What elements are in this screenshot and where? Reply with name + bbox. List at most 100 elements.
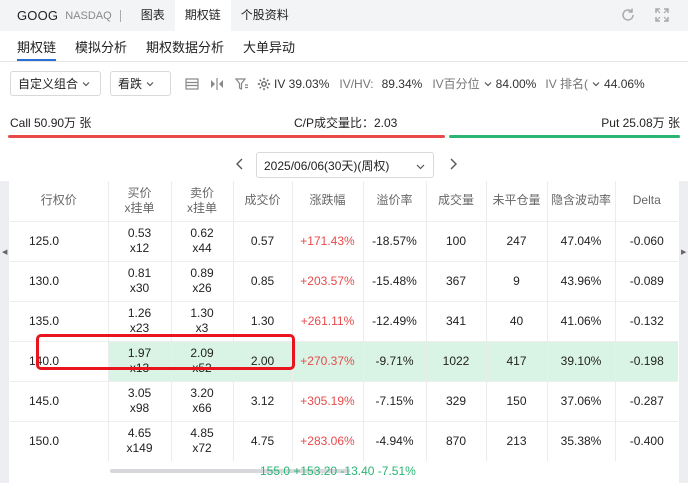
table-cell[interactable]: -0.198 [615,340,678,381]
table-cell[interactable]: 125.0 [10,220,109,261]
table-cell[interactable]: 417 [486,340,548,381]
iv-rank-label[interactable]: IV 排名( [545,75,588,92]
table-cell[interactable]: 329 [426,380,487,421]
tab-option-chain[interactable]: 期权链 [174,0,231,31]
table-cell[interactable]: -15.48% [363,260,427,301]
table-layout-icon[interactable] [185,77,199,91]
table-cell[interactable]: 130.0 [10,260,109,301]
table-cell[interactable]: 41.06% [547,300,616,341]
table-cell[interactable]: 9 [486,260,548,301]
table-cell[interactable]: 35.38% [547,420,616,461]
table-cell[interactable]: +283.06% [292,420,364,461]
gear-icon[interactable] [257,77,271,91]
table-cell[interactable]: 341 [426,300,487,341]
table-cell[interactable]: -4.94% [363,420,427,461]
table-cell[interactable]: +171.43% [292,220,364,261]
table-cell[interactable]: 1022 [426,340,487,381]
table-cell[interactable]: 37.06% [547,380,616,421]
chevron-down-icon[interactable] [592,80,600,88]
header-implied-volatility[interactable]: 隐含波动率 [547,181,616,221]
table-cell[interactable]: 1.30 [233,300,293,341]
table-cell[interactable]: 47.04% [547,220,616,261]
table-row[interactable]: 145.0 3.05 x98 3.20 x66 3.12 +305.19% -7.15% 329… [10,380,678,421]
table-cell[interactable]: 100 [426,220,487,261]
table-cell[interactable]: 2.09 x52 [171,340,234,381]
table-cell[interactable]: -7.15% [363,380,427,421]
table-cell[interactable]: 3.05 x98 [108,380,172,421]
table-cell[interactable]: 150 [486,380,548,421]
iv-percentile-label[interactable]: IV百分位 [432,75,479,92]
table-cell[interactable]: 0.89 x26 [171,260,234,301]
filter-icon[interactable] [235,77,249,91]
table-cell[interactable]: 43.96% [547,260,616,301]
table-cell[interactable]: 870 [426,420,487,461]
table-cell[interactable]: 3.20 x66 [171,380,234,421]
tab-profile[interactable]: 个股资料 [231,0,299,31]
refresh-icon[interactable] [620,7,636,23]
header-change[interactable]: 涨跌幅 [292,181,364,221]
chevron-right-icon[interactable] [447,157,459,171]
table-cell[interactable]: 4.85 x72 [171,420,234,461]
chevron-left-icon[interactable] [234,157,246,171]
table-row[interactable]: 130.0 0.81 x30 0.89 x26 0.85 +203.57% -15.48% 36… [10,260,678,301]
table-row[interactable]: 125.0 0.53 x12 0.62 x44 0.57 +171.43% -18.57% 10… [10,220,678,261]
header-premium[interactable]: 溢价率 [363,181,427,221]
split-view-icon[interactable] [210,77,224,91]
table-cell[interactable]: 1.97 x13 [108,340,172,381]
combo-dropdown[interactable]: 自定义组合 [10,71,101,96]
table-cell[interactable]: -18.57% [363,220,427,261]
table-cell[interactable]: 0.85 [233,260,293,301]
table-row[interactable]: 140.0 1.97 x13 2.09 x52 2.00 +270.37% -9.71% 102… [10,340,678,381]
table-cell[interactable]: +203.57% [292,260,364,301]
subtab-option-chain[interactable]: 期权链 [17,31,57,61]
subtab-option-data-analysis[interactable]: 期权数据分析 [146,31,224,61]
table-cell[interactable]: -0.089 [615,260,678,301]
table-cell[interactable]: 3.12 [233,380,293,421]
table-row[interactable]: 150.0 4.65 x149 4.85 x72 4.75 +283.06% -4.94% 87… [10,420,678,461]
table-cell[interactable]: 40 [486,300,548,341]
table-cell[interactable]: +305.19% [292,380,364,421]
table-cell[interactable]: 140.0 [10,340,109,381]
table-cell[interactable]: +261.11% [292,300,364,341]
table-cell[interactable]: -0.400 [615,420,678,461]
table-row[interactable]: 135.0 1.26 x23 1.30 x3 1.30 +261.11% -12.49% 341… [10,300,678,341]
subtab-unusual-activity[interactable]: 大单异动 [243,31,295,61]
table-cell[interactable]: 247 [486,220,548,261]
header-strike[interactable]: 行权价 [10,181,109,221]
table-cell[interactable]: 0.81 x30 [108,260,172,301]
table-cell[interactable]: 150.0 [10,420,109,461]
table-cell[interactable]: 1.26 x23 [108,300,172,341]
header-open-interest[interactable]: 未平仓量 [486,181,548,221]
table-cell[interactable]: 367 [426,260,487,301]
table-cell[interactable]: 4.75 [233,420,293,461]
table-cell[interactable]: 0.62 x44 [171,220,234,261]
table-cell[interactable]: 39.10% [547,340,616,381]
table-cell[interactable]: 0.57 [233,220,293,261]
table-cell[interactable]: -0.287 [615,380,678,421]
table-cell[interactable]: +270.37% [292,340,364,381]
expiry-dropdown[interactable]: 2025/06/06(30天)(周权) [256,152,434,178]
tab-chart[interactable]: 图表 [131,0,175,31]
table-cell[interactable]: 1.30 x3 [171,300,234,341]
scroll-right-handle[interactable]: ▶ [679,181,688,483]
table-cell[interactable]: -12.49% [363,300,427,341]
scroll-left-handle[interactable]: ◀ [0,181,9,483]
table-cell[interactable]: -0.132 [615,300,678,341]
table-cell[interactable]: 4.65 x149 [108,420,172,461]
table-cell[interactable]: 213 [486,420,548,461]
chevron-down-icon[interactable] [484,80,492,88]
header-bid[interactable]: 买价 x挂单 [108,181,172,221]
header-delta[interactable]: Delta [615,181,678,221]
expand-icon[interactable] [654,7,670,23]
table-cell[interactable]: -0.060 [615,220,678,261]
table-cell[interactable]: 2.00 [233,340,293,381]
header-volume[interactable]: 成交量 [426,181,487,221]
subtab-simulation[interactable]: 模拟分析 [75,31,127,61]
header-ask[interactable]: 卖价 x挂单 [171,181,234,221]
table-cell[interactable]: -9.71% [363,340,427,381]
table-cell[interactable]: 145.0 [10,380,109,421]
header-last[interactable]: 成交价 [233,181,293,221]
table-cell[interactable]: 135.0 [10,300,109,341]
table-cell[interactable]: 0.53 x12 [108,220,172,261]
direction-dropdown[interactable]: 看跌 [110,71,171,96]
